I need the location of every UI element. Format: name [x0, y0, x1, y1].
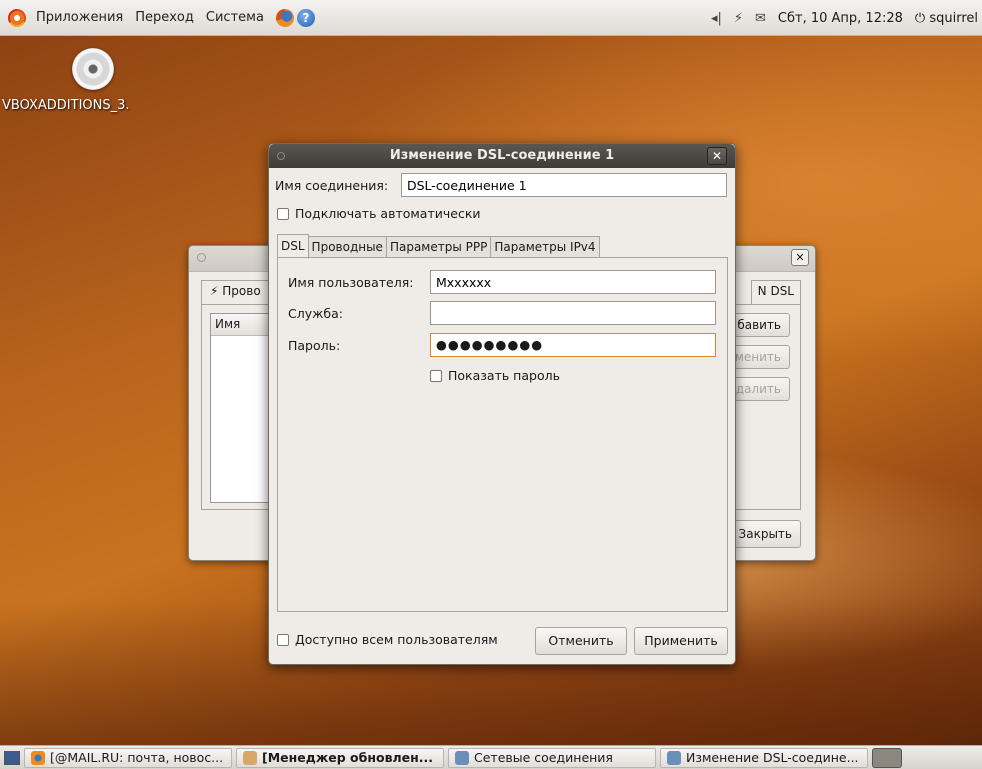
tab-wired-label: Прово	[222, 284, 261, 298]
menu-system[interactable]: Система	[200, 10, 270, 25]
all-users-label: Доступно всем пользователям	[295, 632, 498, 647]
service-label: Служба:	[288, 305, 343, 321]
bg-close-icon[interactable]: ✕	[791, 249, 809, 266]
dialog-tabs: DSL Проводные Параметры PPP Параметры IP…	[277, 234, 600, 259]
user-menu[interactable]: ⏻ squirrel	[915, 11, 978, 26]
network-connections-icon	[455, 750, 469, 765]
volume-icon[interactable]: ◂|	[711, 11, 722, 26]
task-firefox-label: [@MAIL.RU: почта, новос...	[50, 750, 224, 765]
password-input[interactable]: ●●●●●●●●●	[430, 333, 716, 357]
task-edit-dsl-label: Изменение DSL-соедине...	[686, 750, 859, 765]
desktop-icon-vboxadditions[interactable]: VBOXADDITIONS_3.	[2, 48, 158, 113]
password-row: Пароль: ●●●●●●●●●	[288, 333, 716, 357]
conn-name-label: Имя соединения:	[275, 177, 389, 193]
desktop-icon-label: VBOXADDITIONS_3.	[2, 98, 130, 113]
show-password-label: Показать пароль	[448, 368, 560, 383]
conn-name-row: Имя соединения:	[275, 173, 727, 197]
window-menu-icon[interactable]	[277, 152, 285, 160]
show-password-row[interactable]: Показать пароль	[430, 368, 560, 383]
workspace-switcher-icon[interactable]	[872, 747, 902, 768]
username-input[interactable]	[430, 270, 716, 294]
window-menu-icon[interactable]	[197, 253, 206, 262]
network-icon[interactable]: ⚡	[734, 11, 743, 26]
conn-name-input[interactable]	[401, 173, 727, 197]
mail-icon[interactable]: ✉	[755, 11, 766, 26]
service-input[interactable]	[430, 301, 716, 325]
menu-applications[interactable]: Приложения	[30, 10, 129, 25]
show-password-checkbox[interactable]	[430, 369, 442, 382]
tab-ipv4-settings[interactable]: Параметры IPv4	[490, 236, 600, 258]
help-icon[interactable]: ?	[296, 8, 315, 27]
username-label: Имя пользователя:	[288, 274, 414, 290]
update-manager-icon	[243, 750, 257, 765]
dsl-tab-panel: Имя пользователя: Служба: Пароль: ●●●●●●…	[277, 257, 728, 612]
cancel-button[interactable]: Отменить	[535, 627, 627, 655]
all-users-row[interactable]: Доступно всем пользователям	[277, 632, 498, 647]
dialog-title: Изменение DSL-соединение 1	[389, 148, 615, 163]
service-row: Служба:	[288, 301, 716, 325]
power-icon: ⏻	[914, 10, 926, 26]
task-network-connections[interactable]: Сетевые соединения	[448, 747, 656, 768]
tab-ppp-settings[interactable]: Параметры PPP	[385, 236, 492, 258]
username-row: Имя пользователя:	[288, 270, 716, 294]
show-desktop-icon[interactable]	[4, 750, 20, 765]
auto-connect-row[interactable]: Подключать автоматически	[277, 206, 481, 221]
ubuntu-logo-icon[interactable]	[8, 8, 26, 27]
tab-dsl-settings[interactable]: DSL	[277, 234, 309, 259]
panel-tray: ◂| ⚡ ✉ Сбт, 10 Апр, 12:28 ⏻ squirrel	[711, 0, 978, 36]
menu-places[interactable]: Переход	[129, 10, 200, 25]
edit-dsl-dialog: Изменение DSL-соединение 1 ✕ Имя соедине…	[268, 143, 736, 665]
dialog-close-icon[interactable]: ✕	[707, 147, 727, 165]
user-name: squirrel	[929, 10, 978, 26]
tab-wired[interactable]: ⚡ Прово	[201, 280, 270, 304]
auto-connect-label: Подключать автоматически	[295, 206, 481, 221]
firefox-task-icon	[31, 750, 45, 765]
bottom-taskbar: [@MAIL.RU: почта, новос... [Менеджер обн…	[0, 745, 982, 769]
tab-dsl-label: N DSL	[757, 284, 794, 298]
firefox-icon[interactable]	[275, 8, 294, 27]
task-network-label: Сетевые соединения	[474, 750, 613, 765]
auto-connect-checkbox[interactable]	[277, 207, 289, 220]
task-update-manager[interactable]: [Менеджер обновлен...	[236, 747, 444, 768]
apply-button[interactable]: Применить	[634, 627, 728, 655]
top-panel: Приложения Переход Система ? ◂| ⚡ ✉ Сбт,…	[0, 0, 982, 36]
task-firefox[interactable]: [@MAIL.RU: почта, новос...	[24, 747, 232, 768]
all-users-checkbox[interactable]	[277, 633, 289, 646]
tab-wired-settings[interactable]: Проводные	[307, 236, 387, 258]
tab-dsl[interactable]: N DSL	[750, 280, 801, 304]
cd-disc-icon	[72, 48, 114, 90]
task-update-label: [Менеджер обновлен...	[262, 750, 434, 765]
task-edit-dsl[interactable]: Изменение DSL-соедине...	[660, 747, 868, 768]
wired-icon: ⚡	[210, 284, 219, 298]
edit-dsl-task-icon	[667, 750, 681, 765]
dialog-titlebar: Изменение DSL-соединение 1 ✕	[269, 144, 735, 168]
password-label: Пароль:	[288, 337, 341, 353]
clock[interactable]: Сбт, 10 Апр, 12:28	[778, 11, 903, 26]
